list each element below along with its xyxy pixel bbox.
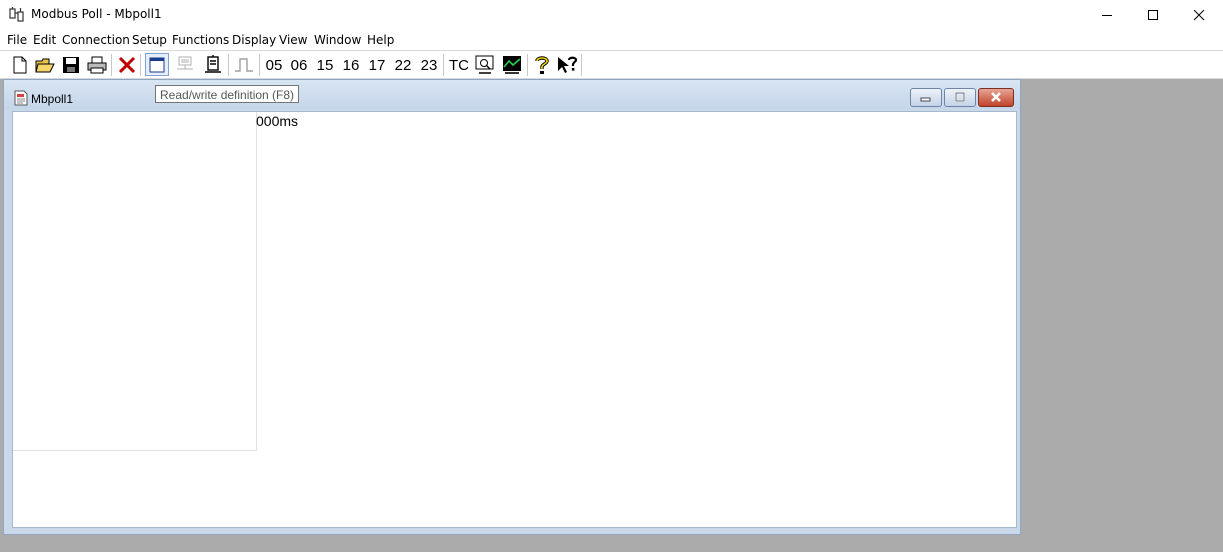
pulse-icon: [235, 57, 253, 72]
menu-help[interactable]: Help: [367, 33, 394, 47]
save-button[interactable]: [60, 53, 82, 76]
function-15-button[interactable]: 15: [314, 54, 336, 77]
child-window: Mbpoll1 000ms: [3, 79, 1021, 535]
help-button[interactable]: [531, 53, 553, 76]
window-definition-icon: [149, 57, 165, 72]
maximize-icon: [1148, 10, 1158, 20]
menu-edit[interactable]: Edit: [33, 33, 56, 47]
restore-icon: [955, 92, 965, 102]
window-title: Modbus Poll - Mbpoll1: [31, 7, 162, 21]
function-16-button[interactable]: 16: [340, 54, 362, 77]
pulse-button[interactable]: [232, 53, 256, 76]
response-time-text: 000ms: [256, 113, 299, 129]
function-23-button[interactable]: 23: [418, 54, 440, 77]
delete-x-icon: [118, 56, 136, 73]
open-folder-icon: [35, 58, 55, 72]
connect-button[interactable]: [173, 53, 199, 76]
child-restore-button[interactable]: [944, 88, 976, 107]
printer-icon: [87, 56, 107, 73]
read-write-definition-button[interactable]: [145, 53, 169, 76]
tooltip: Read/write definition (F8): [155, 85, 300, 103]
print-button[interactable]: [85, 53, 109, 76]
toolbar: 05 06 15 16 17 22 23 TC: [0, 50, 1223, 79]
menu-functions[interactable]: Functions: [172, 33, 229, 47]
app-title-bar: Modbus Poll - Mbpoll1: [0, 0, 1223, 31]
child-minimize-button[interactable]: [910, 88, 942, 107]
minimize-icon: [1102, 15, 1112, 16]
save-disk-icon: [63, 56, 79, 73]
chart-button[interactable]: [500, 53, 524, 76]
menu-view[interactable]: View: [279, 33, 307, 47]
menu-connection[interactable]: Connection: [62, 33, 130, 47]
document-icon: [14, 90, 28, 106]
function-05-button[interactable]: 05: [263, 54, 285, 77]
maximize-button[interactable]: [1131, 0, 1177, 31]
help-question-icon: [535, 55, 549, 74]
menu-bar: File Edit Connection Setup Functions Dis…: [0, 31, 1223, 50]
monitor-button[interactable]: [473, 53, 497, 76]
close-icon: [991, 92, 1001, 102]
function-17-button[interactable]: 17: [366, 54, 388, 77]
disconnect-button[interactable]: [201, 53, 225, 76]
function-22-button[interactable]: 22: [392, 54, 414, 77]
traffic-communication-button[interactable]: TC: [447, 54, 471, 77]
context-help-icon: [558, 56, 578, 73]
new-document-icon: [13, 56, 27, 73]
left-pane: [13, 112, 257, 451]
open-button[interactable]: [34, 53, 56, 76]
child-window-title: Mbpoll1: [31, 92, 74, 106]
minimize-icon: [920, 97, 931, 102]
new-button[interactable]: [10, 53, 30, 76]
menu-setup[interactable]: Setup: [132, 33, 167, 47]
context-help-button[interactable]: [555, 53, 579, 76]
function-06-button[interactable]: 06: [288, 54, 310, 77]
menu-window[interactable]: Window: [314, 33, 361, 47]
child-close-button[interactable]: [978, 88, 1014, 107]
modbus-app-icon: [9, 7, 24, 22]
delete-button[interactable]: [116, 53, 138, 76]
connect-icon: [177, 56, 193, 69]
chart-icon: [503, 55, 521, 74]
minimize-button[interactable]: [1085, 0, 1131, 31]
monitor-magnifier-icon: [475, 55, 494, 74]
menu-file[interactable]: File: [7, 33, 27, 47]
child-window-content: 000ms: [12, 111, 1017, 528]
close-button[interactable]: [1177, 0, 1223, 31]
close-icon: [1194, 10, 1205, 21]
menu-display[interactable]: Display: [232, 33, 276, 47]
device-icon: [205, 54, 221, 73]
